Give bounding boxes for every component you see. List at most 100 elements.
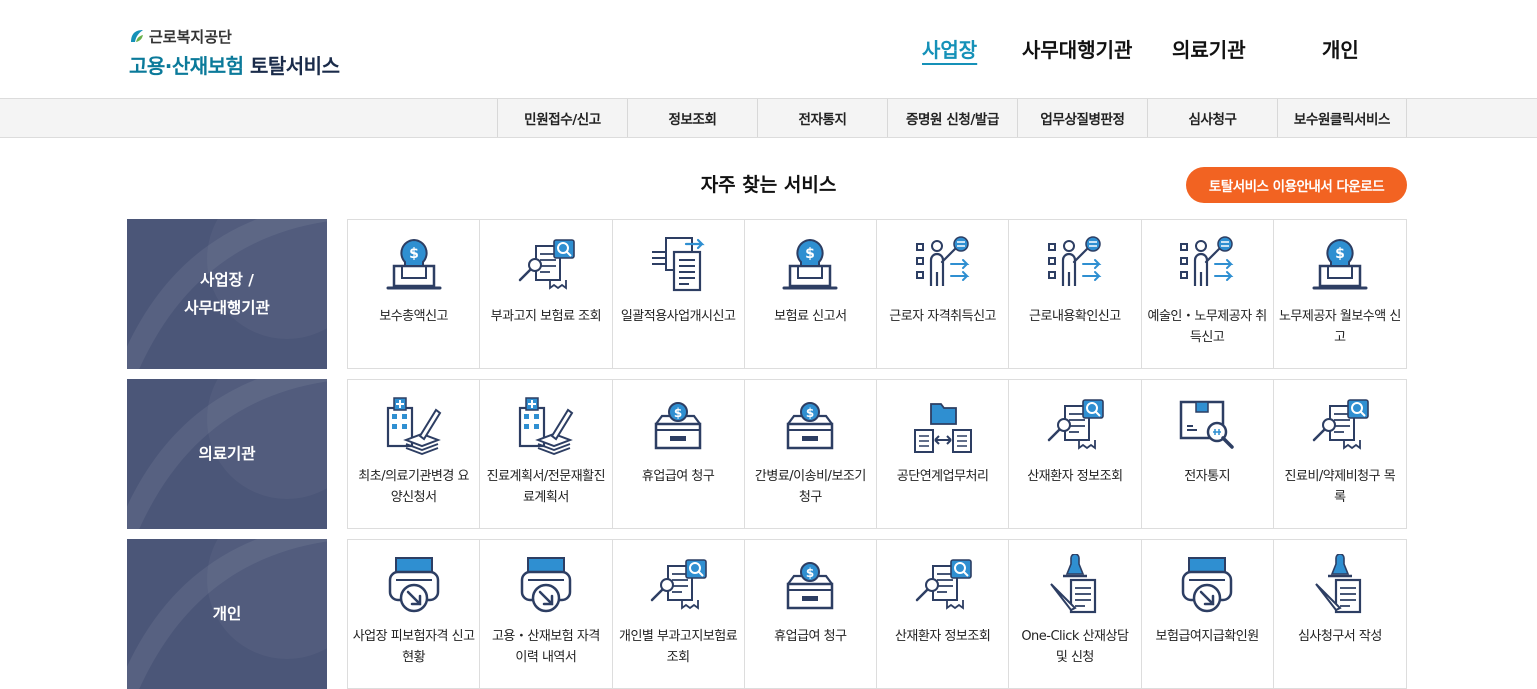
subnav-item-5[interactable]: 업무상질병판정 — [1017, 99, 1147, 137]
service-item[interactable]: $ 휴업급여 청구 — [745, 540, 877, 688]
nav-item-medical[interactable]: 의료기관 — [1172, 34, 1246, 63]
service-item[interactable]: 진료계획서/전문재활진료계획서 — [480, 380, 613, 528]
printer-download-icon — [388, 557, 439, 613]
site-header: 근로복지공단 고용·산재보험 토탈서비스 사업장 사무대행기관 의료기관 개인 — [0, 0, 1537, 99]
nav-item-agency[interactable]: 사무대행기관 — [1022, 34, 1132, 63]
service-item[interactable]: 공단연계업무처리 — [877, 380, 1010, 528]
service-item-label: One-Click 산재상담 및 신청 — [1021, 629, 1129, 665]
money-box-icon: $ — [654, 402, 702, 450]
logo-title: 고용·산재보험 토탈서비스 — [129, 54, 340, 78]
service-item-label: 보험료 신고서 — [774, 309, 847, 324]
money-box-icon: $ — [787, 402, 834, 450]
service-item[interactable]: 일괄적용사업개시신고 — [613, 220, 745, 368]
service-item-label: 노무제공자 월보수액 신고 — [1278, 309, 1401, 345]
service-item-label: 고용・산재보험 자격 이력 내역서 — [491, 629, 600, 665]
service-item-label: 전자통지 — [1184, 469, 1231, 484]
service-item[interactable]: $ 간병료/이송비/보조기 청구 — [745, 380, 877, 528]
svg-text:$: $ — [674, 406, 682, 420]
subnav-item-7[interactable]: 보수원클릭서비스 — [1277, 99, 1407, 137]
service-item[interactable]: 최초/의료기관변경 요양신청서 — [348, 380, 481, 528]
service-item[interactable]: 전자통지 — [1142, 380, 1274, 528]
service-item[interactable]: $ 노무제공자 월보수액 신고 — [1274, 220, 1406, 368]
service-item-label: 근로내용확인신고 — [1029, 309, 1121, 324]
svg-text:$: $ — [1335, 246, 1345, 262]
service-item-label: 진료비/약제비청구 목록 — [1284, 469, 1396, 505]
document-search-icon — [1312, 399, 1369, 450]
service-item-label: 최초/의료기관변경 요양신청서 — [358, 469, 469, 505]
service-item[interactable]: 근로내용확인신고 — [1009, 220, 1142, 368]
service-grid: $ 보수총액신고 부과고지 보험료 조회 일괄적용사업개시신고 $ 보험료 신고서 … — [347, 219, 1407, 369]
logo-org-name: 근로복지공단 — [149, 27, 232, 46]
row-personal: 개인 사업장 피보험자격 신고현황 고용・산재보험 자격 이력 내역서 개인별 … — [127, 539, 1407, 689]
presenter-checklist-icon — [915, 236, 970, 286]
service-item[interactable]: 사업장 피보험자격 신고현황 — [348, 540, 481, 688]
service-item-label: 산재환자 정보조회 — [1027, 469, 1123, 484]
service-item-label: 휴업급여 청구 — [641, 469, 715, 484]
nav-item-workplace[interactable]: 사업장 — [922, 34, 977, 63]
service-item[interactable]: 심사청구서 작성 — [1274, 540, 1406, 688]
comwel-logo-icon — [131, 30, 143, 42]
money-box-icon: $ — [787, 562, 834, 610]
service-item[interactable]: 보험급여지급확인원 — [1142, 540, 1274, 688]
service-item-label: 개인별 부과고지보험료 조회 — [619, 629, 738, 665]
subnav-item-2[interactable]: 정보조회 — [627, 99, 757, 137]
document-search-icon — [518, 239, 575, 290]
row-workplace: 사업장 / 사무대행기관 $ 보수총액신고 부과고지 보험료 조회 일괄적용사업개시… — [127, 219, 1407, 369]
subnav-item-4[interactable]: 증명원 신청/발급 — [887, 99, 1017, 137]
service-item-label: 사업장 피보험자격 신고현황 — [352, 629, 475, 665]
service-grid: 최초/의료기관변경 요양신청서 진료계획서/전문재활진료계획서 $ 휴업급여 청구… — [347, 379, 1407, 529]
row-medical: 의료기관 최초/의료기관변경 요양신청서 진료계획서/전문재활진료계획서 $ 휴업… — [127, 379, 1407, 529]
hospital-document-icon — [386, 397, 441, 455]
money-laptop-icon: $ — [386, 238, 442, 290]
service-item[interactable]: 산재환자 정보조회 — [1009, 380, 1142, 528]
service-item[interactable]: 진료비/약제비청구 목록 — [1274, 380, 1406, 528]
service-item[interactable]: One-Click 산재상담 및 신청 — [1009, 540, 1142, 688]
row-label: 의료기관 — [127, 379, 327, 529]
printer-download-icon — [520, 557, 572, 613]
sub-nav: 민원접수/신고 정보조회 전자통지 증명원 신청/발급 업무상질병판정 심사청구 보수원클릭… — [0, 98, 1537, 138]
service-item[interactable]: 부과고지 보험료 조회 — [480, 220, 613, 368]
document-search-icon — [915, 559, 972, 610]
site-logo[interactable]: 근로복지공단 고용·산재보험 토탈서비스 — [129, 26, 340, 79]
service-item-label: 보수총액신고 — [379, 309, 448, 324]
service-item[interactable]: 개인별 부과고지보험료 조회 — [613, 540, 745, 688]
printer-download-icon — [1181, 557, 1233, 613]
service-item[interactable]: $ 휴업급여 청구 — [613, 380, 745, 528]
service-item[interactable]: 고용・산재보험 자격 이력 내역서 — [480, 540, 613, 688]
svg-text:$: $ — [806, 406, 814, 420]
subnav-item-1[interactable]: 민원접수/신고 — [497, 99, 627, 137]
service-item-label: 공단연계업무처리 — [896, 469, 989, 484]
document-search-icon — [650, 559, 707, 610]
money-laptop-icon: $ — [782, 238, 838, 290]
service-item-label: 일괄적용사업개시신고 — [620, 309, 736, 324]
service-item-label: 휴업급여 청구 — [774, 629, 847, 644]
service-item-label: 부과고지 보험료 조회 — [490, 309, 602, 324]
service-item[interactable]: $ 보수총액신고 — [348, 220, 481, 368]
nav-item-personal[interactable]: 개인 — [1322, 34, 1359, 63]
hospital-document-icon — [518, 397, 574, 455]
svg-text:$: $ — [806, 566, 814, 580]
service-item[interactable]: 근로자 자격취득신고 — [877, 220, 1010, 368]
service-item-label: 보험급여지급확인원 — [1155, 629, 1260, 644]
service-item-label: 산재환자 정보조회 — [894, 629, 991, 644]
service-item-label: 진료계획서/전문재활진료계획서 — [486, 469, 606, 505]
service-item-label: 예술인・노무제공자 취득신고 — [1147, 309, 1267, 345]
subnav-item-6[interactable]: 심사청구 — [1147, 99, 1277, 137]
row-label: 개인 — [127, 539, 327, 689]
service-grid: 사업장 피보험자격 신고현황 고용・산재보험 자격 이력 내역서 개인별 부과고… — [347, 539, 1407, 689]
service-item-label: 근로자 자격취득신고 — [889, 309, 997, 324]
svg-text:$: $ — [409, 246, 419, 262]
package-search-icon — [1179, 400, 1234, 449]
service-item[interactable]: $ 보험료 신고서 — [745, 220, 877, 368]
stamp-document-icon — [1050, 554, 1096, 614]
folder-exchange-icon — [913, 403, 972, 453]
download-guide-button[interactable]: 토탈서비스 이용안내서 다운로드 — [1186, 167, 1407, 203]
subnav-item-3[interactable]: 전자통지 — [757, 99, 887, 137]
service-item[interactable]: 산재환자 정보조회 — [877, 540, 1010, 688]
stamp-document-icon — [1315, 554, 1361, 614]
money-laptop-icon: $ — [1312, 238, 1368, 290]
row-label: 사업장 / 사무대행기관 — [127, 219, 327, 369]
document-transfer-icon — [652, 237, 705, 292]
service-item[interactable]: 예술인・노무제공자 취득신고 — [1142, 220, 1274, 368]
presenter-checklist-icon — [1180, 236, 1234, 286]
